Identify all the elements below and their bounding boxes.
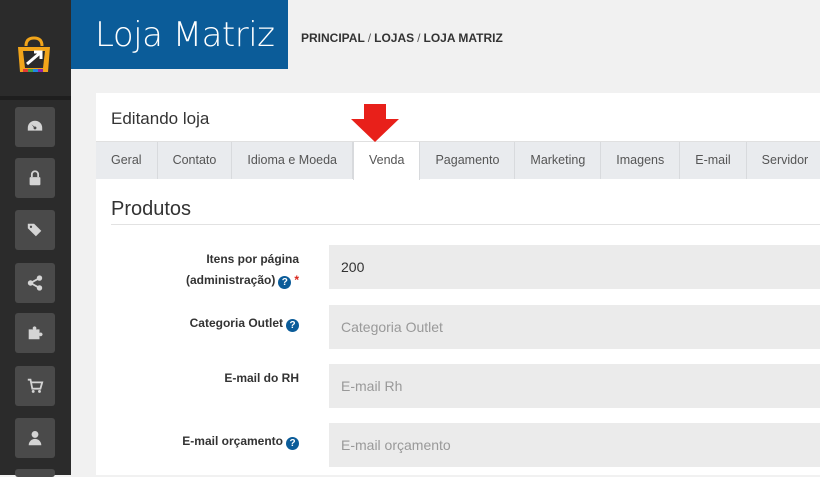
breadcrumb-item-lojas[interactable]: LOJAS xyxy=(374,31,414,45)
sidebar-item-users[interactable] xyxy=(15,418,55,458)
tab-email[interactable]: E-mail xyxy=(680,142,747,179)
sidebar-item-security[interactable] xyxy=(15,158,55,198)
tab-geral[interactable]: Geral xyxy=(96,142,158,179)
user-icon xyxy=(28,430,42,446)
section-divider xyxy=(111,224,820,225)
tab-venda[interactable]: Venda xyxy=(353,142,421,180)
breadcrumb-separator: / xyxy=(417,31,421,45)
sidebar-item-dashboard[interactable] xyxy=(15,107,55,147)
tab-servidor[interactable]: Servidor xyxy=(747,142,820,179)
hr-email-label: E-mail do RH xyxy=(224,371,299,385)
page-title: Loja Matriz xyxy=(71,0,288,69)
hr-email-input[interactable] xyxy=(329,364,820,408)
section-title: Produtos xyxy=(111,198,192,220)
required-marker: * xyxy=(294,273,299,287)
tab-bar: Geral Contato Idioma e Moeda Venda Pagam… xyxy=(96,141,820,180)
help-icon[interactable]: ? xyxy=(286,437,299,450)
outlet-category-label: Categoria Outlet? xyxy=(190,313,299,334)
breadcrumb-separator: / xyxy=(367,31,372,45)
items-per-page-input[interactable] xyxy=(329,245,820,289)
red-arrow-down-icon xyxy=(351,104,399,142)
breadcrumb-item-current: LOJA MATRIZ xyxy=(423,31,503,45)
tab-contato[interactable]: Contato xyxy=(158,142,233,179)
sidebar-item-share[interactable] xyxy=(15,263,55,303)
cart-icon xyxy=(27,378,44,393)
sidebar-item-cart[interactable] xyxy=(15,366,55,406)
outlet-category-input[interactable] xyxy=(329,305,820,349)
items-per-page-label: Itens por página (administração)? * xyxy=(185,252,299,289)
breadcrumb: PRINCIPAL / LOJAS / LOJA MATRIZ xyxy=(301,31,503,45)
edit-store-panel: Editando loja Geral Contato Idioma e Moe… xyxy=(96,93,820,475)
sidebar-item-plugins[interactable] xyxy=(15,313,55,353)
breadcrumb-item-principal[interactable]: PRINCIPAL xyxy=(301,31,365,45)
sidebar-item-tags[interactable] xyxy=(15,210,55,250)
help-icon[interactable]: ? xyxy=(278,276,292,289)
tab-pagamento[interactable]: Pagamento xyxy=(420,142,516,179)
tab-idioma-moeda[interactable]: Idioma e Moeda xyxy=(232,142,353,179)
budget-email-input[interactable] xyxy=(329,423,820,467)
share-icon xyxy=(27,275,43,291)
sidebar xyxy=(0,0,71,477)
sidebar-item-more[interactable] xyxy=(15,469,55,477)
help-icon[interactable]: ? xyxy=(286,319,299,332)
tags-icon xyxy=(27,223,42,237)
lock-icon xyxy=(29,170,41,186)
tab-imagens[interactable]: Imagens xyxy=(601,142,681,179)
sidebar-divider xyxy=(0,96,71,100)
puzzle-icon xyxy=(28,326,43,340)
shopping-bag-logo-icon[interactable] xyxy=(12,34,56,78)
dashboard-icon xyxy=(27,120,43,131)
tab-marketing[interactable]: Marketing xyxy=(515,142,602,179)
budget-email-label: E-mail orçamento? xyxy=(182,431,299,452)
panel-title: Editando loja xyxy=(111,109,210,128)
